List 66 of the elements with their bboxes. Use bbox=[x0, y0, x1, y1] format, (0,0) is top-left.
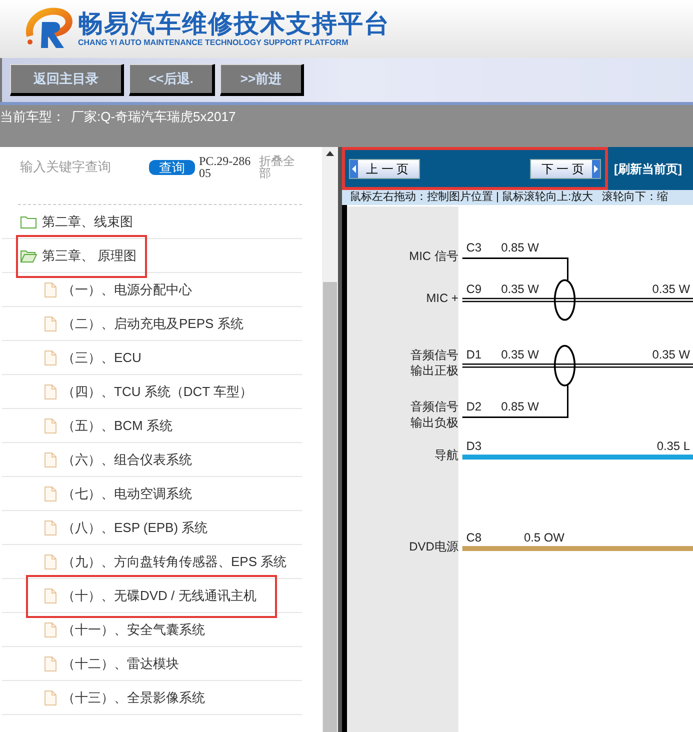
document-icon bbox=[44, 418, 57, 434]
tree-item[interactable]: （一）、电源分配中心 bbox=[44, 280, 192, 300]
tree-item[interactable]: （六）、组合仪表系统 bbox=[44, 450, 192, 470]
scroll-up-icon[interactable] bbox=[326, 151, 334, 156]
search-field[interactable]: 输入关键字查询 bbox=[20, 157, 145, 177]
pin-label: C9 bbox=[466, 282, 482, 296]
vehicle-label: 当前车型： bbox=[0, 108, 65, 126]
pin-label: D2 bbox=[466, 399, 482, 414]
tree-item[interactable]: （八）、ESP (EPB) 系统 bbox=[44, 518, 208, 538]
document-icon bbox=[44, 690, 57, 706]
hint-bar: 鼠标左右拖动：控制图片位置 | 鼠标滚轮向上:放大 滚轮向下：缩 bbox=[342, 190, 693, 205]
folder-icon bbox=[20, 214, 37, 228]
previous-page-button[interactable]: 上 一 页 bbox=[349, 158, 420, 178]
wire-spec: 0.85 W bbox=[501, 399, 539, 414]
wire-spec: 0.5 OW bbox=[524, 530, 564, 545]
site-subtitle: CHANG YI AUTO MAINTENANCE TECHNOLOGY SUPPORT PLATFORM bbox=[78, 38, 350, 48]
document-icon bbox=[44, 554, 57, 570]
signal-label: 导航 bbox=[434, 448, 458, 462]
wire-spec: 0.35 W bbox=[652, 282, 690, 296]
signal-label: 音频信号 bbox=[410, 348, 458, 362]
tree-item[interactable]: （九）、方向盘转角传感器、EPS 系统 bbox=[44, 552, 287, 572]
document-icon bbox=[44, 486, 57, 502]
document-icon bbox=[44, 316, 57, 332]
catalog-code: PC.29-28605 bbox=[199, 155, 251, 179]
document-icon bbox=[44, 384, 57, 400]
tree-item[interactable]: （十一）、安全气囊系统 bbox=[44, 620, 205, 640]
tree-item[interactable]: （十三）、全景影像系统 bbox=[44, 688, 205, 708]
tree-item[interactable]: （三）、ECU bbox=[44, 348, 142, 368]
tree-item[interactable]: （十）、无碟DVD / 无线通讯主机 bbox=[44, 586, 256, 606]
document-icon bbox=[44, 282, 57, 298]
search-button[interactable]: 查询 bbox=[149, 160, 195, 174]
tree-item[interactable]: （五）、BCM 系统 bbox=[44, 416, 172, 436]
signal-label: MIC + bbox=[426, 290, 458, 305]
document-icon bbox=[44, 622, 57, 638]
signal-label: MIC 信号 bbox=[409, 249, 458, 264]
tree-item[interactable]: （四）、TCU 系统（DCT 车型） bbox=[44, 382, 252, 402]
pin-label: D1 bbox=[466, 348, 482, 362]
wire-spec: 0.85 W bbox=[501, 240, 539, 254]
pin-label: C3 bbox=[466, 240, 482, 254]
signal-label: 输出负极 bbox=[410, 415, 458, 430]
wire-spec: 0.35 W bbox=[652, 348, 690, 362]
site-title: 畅易汽车维修技术支持平台 bbox=[78, 10, 390, 38]
signal-label: DVD电源 bbox=[409, 540, 458, 554]
document-icon bbox=[44, 588, 57, 604]
wire-spec: 0.35 L bbox=[656, 439, 690, 454]
tree-item[interactable]: （十二）、雷达模块 bbox=[44, 654, 179, 674]
tree-item[interactable]: 第三章、 原理图 bbox=[20, 246, 137, 266]
tree-item[interactable]: （七）、电动空调系统 bbox=[44, 484, 192, 504]
wire-spec: 0.35 W bbox=[501, 348, 539, 362]
wire-spec: 0.35 W bbox=[501, 282, 539, 296]
document-icon bbox=[44, 350, 57, 366]
scrollbar[interactable] bbox=[322, 147, 338, 732]
pin-label: C8 bbox=[466, 530, 482, 545]
vehicle-value: 厂家:Q-奇瑞汽车瑞虎5x2017 bbox=[71, 108, 236, 126]
tree-item[interactable]: 第二章、线束图 bbox=[20, 212, 133, 232]
next-page-button[interactable]: 下 一 页 bbox=[530, 158, 601, 178]
document-icon bbox=[44, 656, 57, 672]
signal-label: 输出正极 bbox=[410, 364, 458, 378]
open-folder-icon bbox=[20, 248, 37, 262]
document-icon bbox=[44, 520, 57, 536]
document-icon bbox=[44, 452, 57, 468]
scroll-thumb[interactable] bbox=[323, 282, 337, 732]
signal-label: 音频信号 bbox=[410, 400, 458, 414]
pin-label: D3 bbox=[466, 439, 482, 454]
refresh-link[interactable]: [刷新当前页] bbox=[614, 160, 682, 178]
tree-item[interactable]: （二）、启动充电及PEPS 系统 bbox=[44, 314, 244, 334]
